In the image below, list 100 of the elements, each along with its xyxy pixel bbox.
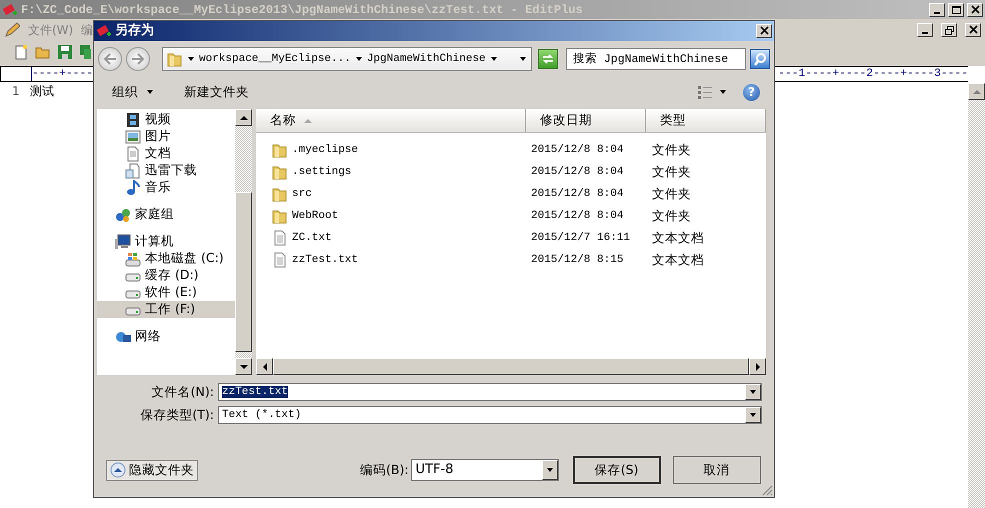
column-header[interactable]: 修改日期 [526,109,646,132]
dropdown-button[interactable] [745,384,761,400]
scroll-thumb[interactable] [235,192,252,352]
file-type-select[interactable]: Text (*.txt) [218,406,762,424]
computer-icon [115,234,131,250]
scroll-up-button[interactable] [968,83,985,100]
close-icon [970,4,980,14]
file-name[interactable]: ZC.txt [292,230,332,246]
eraser-icon [2,2,18,18]
scroll-up-button[interactable] [235,109,252,126]
dropdown-icon[interactable] [719,88,727,96]
file-name[interactable]: .settings [292,164,352,180]
file-name[interactable]: .myeclipse [292,142,358,158]
refresh-icon [541,53,555,65]
close-icon [968,24,978,34]
scroll-down-button[interactable] [235,358,252,375]
file-date: 2015/12/8 8:04 [530,186,624,202]
cancel-button[interactable]: 取消 [672,456,761,484]
search-field[interactable]: 搜索 JpgNameWithChinese [566,48,746,70]
forward-button[interactable] [126,47,150,71]
file-date: 2015/12/8 8:15 [530,252,624,268]
close-button[interactable] [967,2,983,16]
search-button[interactable] [750,49,770,69]
dropdown-button[interactable] [745,407,761,423]
dropdown-button[interactable] [542,460,558,480]
nav-item[interactable]: 网络 [97,328,235,345]
file-type: 文件夹 [651,206,692,225]
pencil-icon [4,22,20,38]
folder-icon [272,164,288,180]
field-label: 保存类型(T): [139,406,215,424]
back-arrow-icon [103,53,117,65]
nav-item[interactable]: 计算机 [97,233,235,250]
encoding-select[interactable]: UTF-8 [410,459,559,481]
file-name[interactable]: zzTest.txt [292,252,358,268]
nav-item[interactable]: 缓存 (D:) [97,267,235,284]
nav-item[interactable]: 本地磁盘 (C:) [97,250,235,267]
close-button[interactable] [965,22,981,36]
text-file-icon [272,252,288,268]
folder-icon [272,186,288,202]
restore-button[interactable] [941,22,957,36]
nav-item[interactable]: 家庭组 [97,206,235,223]
picture-icon [125,128,141,144]
scroll-left-button[interactable] [256,358,273,375]
maximize-button[interactable] [948,2,964,16]
restore-icon [944,24,954,34]
file-type: 文件夹 [651,140,692,159]
hide-folders-button[interactable]: 隐藏文件夹 [106,460,198,480]
caret-icon [354,55,363,63]
nav-item[interactable]: 软件 (E:) [97,284,235,301]
dialog-title: 另存为 [115,22,155,40]
nav-item[interactable]: 工作 (F:) [97,301,235,318]
file-date: 2015/12/7 16:11 [530,230,632,246]
caret-icon [490,55,498,63]
chevron-up-icon [110,462,126,478]
file-name[interactable]: WebRoot [292,208,338,224]
eraser-icon [96,23,112,39]
new-folder-button[interactable]: 新建文件夹 [180,80,253,104]
nav-item[interactable]: 迅雷下载 [97,162,235,179]
file-type: 文件夹 [651,162,692,181]
caret-icon [749,388,757,396]
column-header[interactable]: 类型 [646,109,766,132]
file-name[interactable]: src [292,186,312,202]
scrollbar[interactable] [968,83,985,508]
file-type: 文件夹 [651,184,692,203]
caret-icon [749,411,757,419]
dropdown-icon[interactable] [519,55,527,63]
nav-item[interactable]: 文档 [97,145,235,162]
scrollbar[interactable] [235,109,252,375]
folder-icon [167,51,183,67]
new-file-icon[interactable] [13,44,29,60]
document-icon [125,162,141,178]
nav-item[interactable]: 视频 [97,111,235,128]
file-date: 2015/12/8 8:04 [530,164,624,180]
resize-grip-icon[interactable] [761,484,773,496]
organize-button[interactable]: 组织 [108,80,158,104]
address-bar[interactable]: workspace__MyEclipse... JpgNameWithChinese [162,47,532,71]
save-button[interactable]: 保存(S) [572,456,661,484]
view-list-icon[interactable] [697,85,713,99]
minimize-button[interactable] [917,22,933,36]
breadcrumb[interactable]: JpgNameWithChinese [366,50,486,68]
file-name-field[interactable]: zzTest.txt [218,383,762,401]
close-button[interactable] [756,24,772,38]
maximize-icon [951,4,961,14]
up-arrow-icon [972,88,980,94]
minimize-button[interactable] [929,2,945,16]
nav-item[interactable]: 图片 [97,128,235,145]
folder-icon [272,142,288,158]
breadcrumb[interactable]: workspace__MyEclipse... [199,50,351,68]
nav-item[interactable]: 音乐 [97,179,235,196]
document-icon [125,146,141,162]
refresh-button[interactable] [538,49,558,69]
column-header[interactable]: 名称 [256,109,526,132]
forward-arrow-icon [131,53,145,65]
text-file-icon [272,230,288,246]
field-label: 文件名(N): [150,382,215,401]
encoding-label: 编码(B): [360,460,409,479]
back-button[interactable] [98,47,122,71]
scroll-right-button[interactable] [749,358,766,375]
save-icon[interactable] [57,44,73,60]
save-all-icon[interactable] [79,44,91,60]
